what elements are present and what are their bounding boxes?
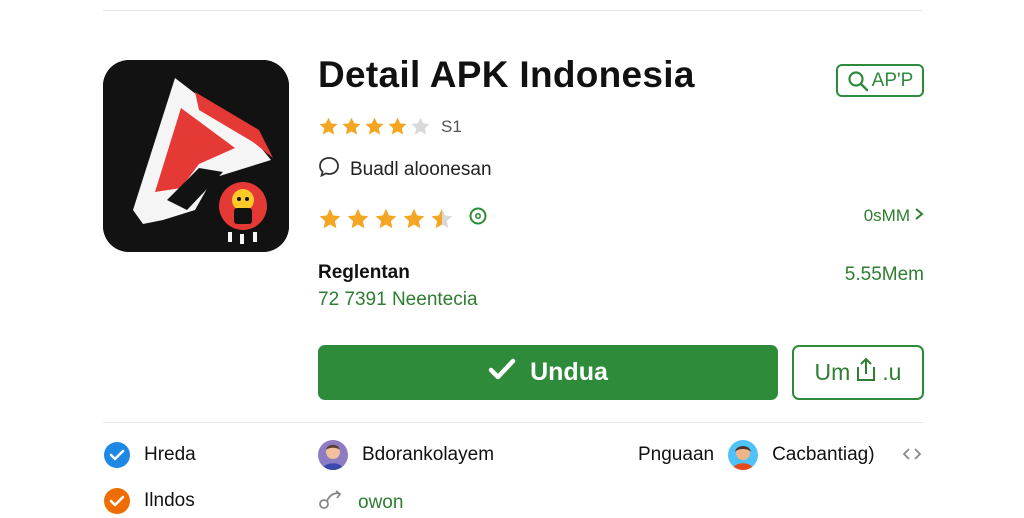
size-link[interactable]: 0sMM — [864, 206, 924, 226]
info-item-3-label: Pnguaan — [638, 444, 715, 465]
share-icon — [854, 357, 878, 389]
info-item-2-label: Bdorankolayem — [362, 444, 495, 465]
chevron-right-icon — [914, 206, 924, 226]
check-circle-icon — [104, 488, 130, 514]
star-icon — [342, 117, 361, 135]
info-item-3-value: Cacbantiag) — [772, 444, 875, 465]
star-icon — [365, 117, 384, 135]
secondary-left-label: Um — [814, 359, 851, 385]
info-item-4-label: Ilndos — [144, 490, 195, 511]
info-item-2[interactable]: Bdorankolayem — [318, 440, 494, 470]
avatar — [728, 440, 759, 470]
developer-row[interactable]: Buadl aloonesan — [318, 156, 492, 184]
top-divider — [103, 10, 923, 11]
star-icon — [375, 208, 397, 228]
developer-name: Buadl aloonesan — [350, 159, 492, 180]
star-icon — [431, 208, 453, 228]
verified-check-icon — [104, 442, 130, 468]
avatar — [318, 440, 348, 470]
star-icon — [411, 117, 430, 135]
section-divider — [103, 422, 923, 423]
rating-row-top: S1 — [318, 116, 462, 137]
badge-label: AP'P — [871, 69, 914, 91]
downloads-text: 72 7391 Neentecia — [318, 289, 478, 310]
app-logo-icon — [103, 60, 289, 252]
star-icon — [319, 208, 341, 228]
download-button[interactable]: Undua — [318, 345, 778, 400]
code-icon[interactable] — [902, 446, 922, 462]
size-link-label: 0sMM — [863, 206, 910, 225]
rating-count: S1 — [441, 116, 462, 136]
download-label: Undua — [530, 358, 608, 386]
star-rating-top — [318, 116, 433, 137]
share-link-icon — [318, 488, 344, 518]
info-item-5-label: owon — [358, 492, 404, 513]
star-icon — [403, 208, 425, 228]
info-item-5[interactable]: owon — [318, 488, 403, 518]
rating-row-bottom — [318, 206, 488, 231]
info-item-1[interactable]: Hreda — [104, 442, 196, 468]
chat-bubble-icon — [318, 156, 340, 184]
info-circle-icon[interactable] — [468, 206, 488, 231]
check-icon — [488, 357, 516, 388]
size-value: 5.55Mem — [844, 264, 924, 285]
secondary-right-label: .u — [882, 359, 902, 385]
star-icon — [319, 117, 338, 135]
app-badge[interactable]: AP'P — [836, 64, 924, 97]
info-item-3[interactable]: Pnguaan Cacbantiag) — [638, 440, 875, 470]
search-icon — [847, 70, 869, 92]
app-title: Detail APK Indonesia — [318, 54, 695, 95]
star-icon — [347, 208, 369, 228]
info-item-1-label: Hreda — [144, 444, 196, 465]
star-rating-bottom — [318, 207, 458, 231]
star-icon — [388, 117, 407, 135]
info-item-4[interactable]: Ilndos — [104, 488, 195, 514]
app-icon — [103, 60, 289, 252]
secondary-button[interactable]: Um .u — [792, 345, 924, 400]
release-label: Reglentan — [318, 262, 410, 283]
